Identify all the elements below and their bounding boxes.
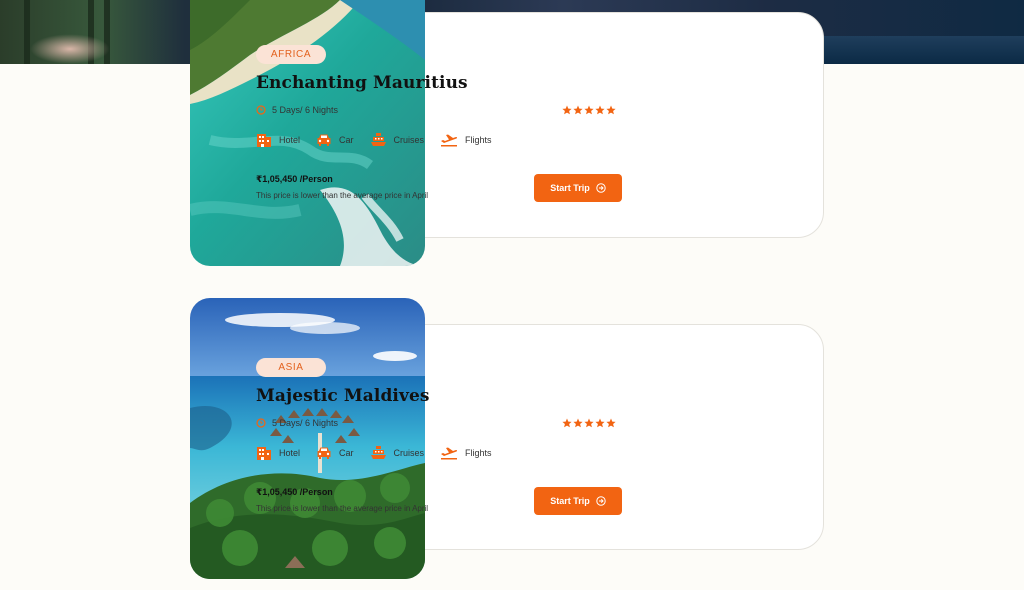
star-icon bbox=[595, 105, 605, 115]
duration-text: 5 Days/ 6 Nights bbox=[272, 105, 339, 115]
star-icon bbox=[606, 105, 616, 115]
package-details-maldives: ASIA Majestic Maldives 5 Days/ 6 Nights … bbox=[256, 357, 622, 517]
star-icon bbox=[595, 418, 605, 428]
car-icon bbox=[317, 447, 331, 459]
hotel-icon bbox=[257, 134, 271, 147]
package-details-mauritius: AFRICA Enchanting Mauritius 5 Days/ 6 Ni… bbox=[256, 44, 622, 204]
arrow-right-circle-icon bbox=[596, 183, 606, 193]
start-trip-label: Start Trip bbox=[550, 183, 590, 193]
amenity-car: Car bbox=[316, 133, 354, 147]
amenity-cruises: Cruises bbox=[370, 445, 425, 461]
arrow-right-circle-icon bbox=[596, 496, 606, 506]
start-trip-button[interactable]: Start Trip bbox=[534, 174, 622, 202]
package-title[interactable]: Majestic Maldives bbox=[256, 386, 616, 406]
clock-icon bbox=[256, 105, 266, 115]
region-badge[interactable]: ASIA bbox=[256, 358, 326, 377]
star-icon bbox=[573, 418, 583, 428]
amenity-cruises: Cruises bbox=[370, 132, 425, 148]
amenity-hotel: Hotel bbox=[256, 445, 300, 461]
amenity-label: Car bbox=[339, 135, 354, 145]
amenity-label: Flights bbox=[465, 448, 492, 458]
duration-text: 5 Days/ 6 Nights bbox=[272, 418, 339, 428]
amenity-label: Hotel bbox=[279, 448, 301, 458]
star-icon bbox=[562, 418, 572, 428]
amenity-label: Flights bbox=[465, 135, 492, 145]
car-icon bbox=[317, 134, 331, 146]
star-icon bbox=[606, 418, 616, 428]
star-icon bbox=[584, 418, 594, 428]
amenity-car: Car bbox=[316, 446, 354, 460]
package-title[interactable]: Enchanting Mauritius bbox=[256, 73, 616, 93]
hotel-icon bbox=[257, 447, 271, 460]
flight-icon bbox=[441, 134, 458, 147]
cruise-icon bbox=[370, 446, 386, 459]
rating-stars bbox=[562, 418, 616, 428]
start-trip-button[interactable]: Start Trip bbox=[534, 487, 622, 515]
clock-icon bbox=[256, 418, 266, 428]
amenity-label: Car bbox=[339, 448, 354, 458]
amenities-list: Hotel Car Cruises Flights bbox=[256, 445, 616, 461]
region-badge[interactable]: AFRICA bbox=[256, 45, 326, 64]
amenity-label: Cruises bbox=[393, 448, 425, 458]
flight-icon bbox=[441, 447, 458, 460]
amenity-label: Cruises bbox=[393, 135, 425, 145]
rating-stars bbox=[562, 105, 616, 115]
amenity-flights: Flights bbox=[440, 133, 492, 147]
cruise-icon bbox=[370, 133, 386, 146]
start-trip-label: Start Trip bbox=[550, 496, 590, 506]
star-icon bbox=[562, 105, 572, 115]
amenities-list: Hotel Car Cruises Flights bbox=[256, 132, 616, 148]
amenity-flights: Flights bbox=[440, 446, 492, 460]
amenity-hotel: Hotel bbox=[256, 132, 300, 148]
star-icon bbox=[573, 105, 583, 115]
star-icon bbox=[584, 105, 594, 115]
amenity-label: Hotel bbox=[279, 135, 301, 145]
